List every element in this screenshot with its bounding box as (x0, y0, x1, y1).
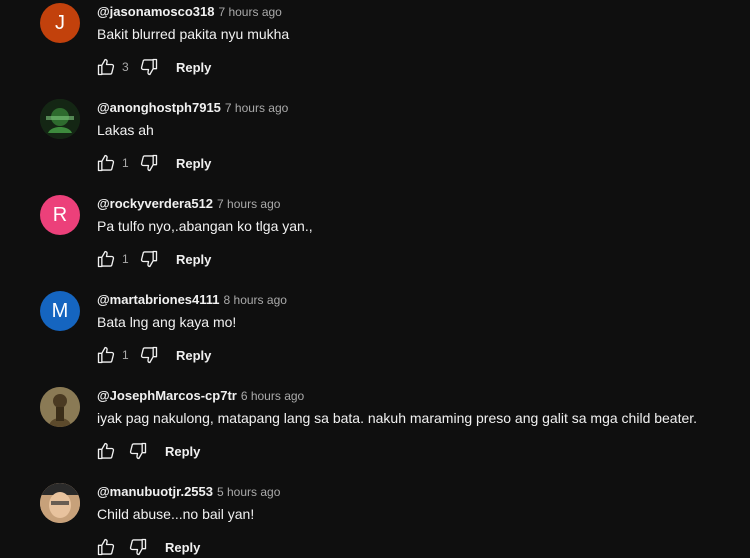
thumbs-down-icon[interactable] (127, 440, 149, 462)
avatar-letter: R (52, 203, 68, 226)
comment-actions: 1 Reply (95, 152, 211, 174)
comment-time[interactable]: 8 hours ago (224, 293, 287, 307)
comment-actions: Reply (95, 440, 200, 462)
reply-button[interactable]: Reply (165, 540, 200, 555)
avatar-letter: M (51, 299, 69, 322)
comment-author[interactable]: @rockyverdera512 (97, 196, 213, 211)
avatar[interactable] (40, 99, 80, 139)
thumbs-down-icon[interactable] (138, 56, 160, 78)
thumbs-down-icon[interactable] (138, 248, 160, 270)
avatar[interactable]: R (40, 195, 80, 235)
comment-actions: 1 Reply (95, 248, 211, 270)
reply-button[interactable]: Reply (176, 156, 211, 171)
comment-header: @JosephMarcos-cp7tr 6 hours ago (97, 388, 304, 403)
thumbs-up-icon[interactable] (95, 248, 117, 270)
comment-item: J @jasonamosco318 7 hours ago Bakit blurr… (0, 0, 750, 96)
comment-actions: 1 Reply (95, 344, 211, 366)
comment-header: @anonghostph7915 7 hours ago (97, 100, 288, 115)
comment-item: R @rockyverdera512 7 hours ago Pa tulfo n… (0, 192, 750, 288)
comment-time[interactable]: 6 hours ago (241, 389, 304, 403)
comment-time[interactable]: 7 hours ago (217, 197, 280, 211)
thumbs-down-icon[interactable] (138, 344, 160, 366)
like-count: 3 (122, 60, 129, 74)
like-count: 1 (122, 348, 129, 362)
thumbs-up-icon[interactable] (95, 536, 117, 558)
comment-author[interactable]: @anonghostph7915 (97, 100, 221, 115)
comment-item: @anonghostph7915 7 hours ago Lakas ah 1 R… (0, 96, 750, 192)
comment-author[interactable]: @manubuotjr.2553 (97, 484, 213, 499)
thumbs-down-icon[interactable] (138, 152, 160, 174)
comment-header: @manubuotjr.2553 5 hours ago (97, 484, 280, 499)
avatar[interactable]: J (40, 3, 80, 43)
like-count: 1 (122, 252, 129, 266)
comment-text: Bata lng ang kaya mo! (97, 314, 237, 330)
comment-item: @manubuotjr.2553 5 hours ago Child abuse.… (0, 480, 750, 557)
avatar[interactable] (40, 387, 80, 427)
comment-header: @rockyverdera512 7 hours ago (97, 196, 280, 211)
avatar-letter: J (55, 11, 65, 34)
comment-author[interactable]: @jasonamosco318 (97, 4, 214, 19)
comment-actions: 3 Reply (95, 56, 211, 78)
comment-time[interactable]: 5 hours ago (217, 485, 280, 499)
thumbs-down-icon[interactable] (127, 536, 149, 558)
comment-text: Child abuse...no bail yan! (97, 506, 255, 522)
comment-text: Lakas ah (97, 122, 154, 138)
thumbs-up-icon[interactable] (95, 56, 117, 78)
comment-actions: Reply (95, 536, 200, 558)
reply-button[interactable]: Reply (176, 348, 211, 363)
avatar-image (40, 387, 80, 427)
reply-button[interactable]: Reply (176, 252, 211, 267)
comment-text: Bakit blurred pakita nyu mukha (97, 26, 290, 42)
comment-text: iyak pag nakulong, matapang lang sa bata… (97, 410, 698, 426)
comment-time[interactable]: 7 hours ago (218, 5, 281, 19)
avatar-image (40, 99, 80, 139)
thumbs-up-icon[interactable] (95, 152, 117, 174)
comment-header: @jasonamosco318 7 hours ago (97, 4, 282, 19)
comment-text: Pa tulfo nyo,.abangan ko tlga yan., (97, 218, 313, 234)
avatar[interactable]: M (40, 291, 80, 331)
like-count: 1 (122, 156, 129, 170)
comment-time[interactable]: 7 hours ago (225, 101, 288, 115)
reply-button[interactable]: Reply (176, 60, 211, 75)
comment-header: @martabriones4111 8 hours ago (97, 292, 287, 307)
thumbs-up-icon[interactable] (95, 440, 117, 462)
comment-author[interactable]: @martabriones4111 (97, 292, 220, 307)
avatar[interactable] (40, 483, 80, 523)
avatar-image (40, 483, 80, 523)
reply-button[interactable]: Reply (165, 444, 200, 459)
comment-item: @JosephMarcos-cp7tr 6 hours ago iyak pag … (0, 384, 750, 480)
thumbs-up-icon[interactable] (95, 344, 117, 366)
comment-item: M @martabriones4111 8 hours ago Bata lng … (0, 288, 750, 384)
comment-author[interactable]: @JosephMarcos-cp7tr (97, 388, 237, 403)
